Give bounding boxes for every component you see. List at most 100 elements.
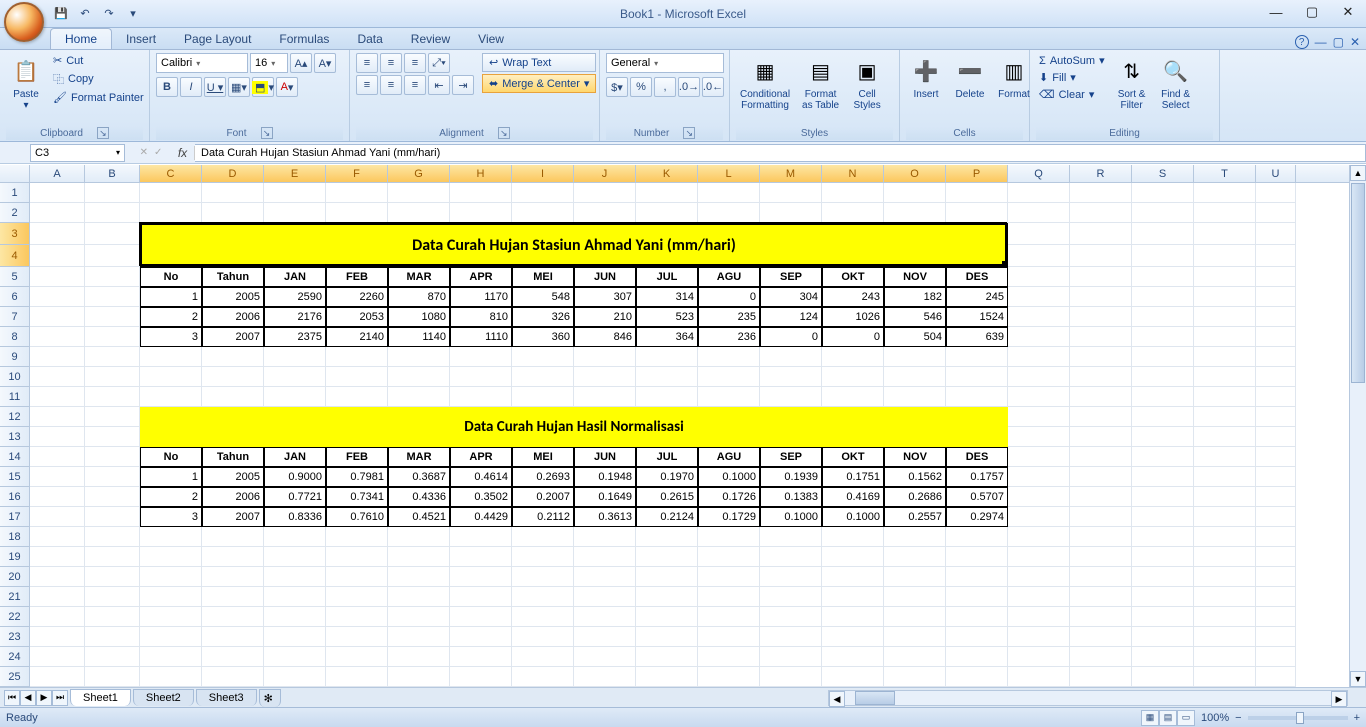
cell-B18[interactable] bbox=[85, 527, 140, 547]
scroll-up-button[interactable]: ▲ bbox=[1350, 165, 1366, 181]
cell-R19[interactable] bbox=[1070, 547, 1132, 567]
cell-M7[interactable]: 124 bbox=[760, 307, 822, 327]
cell-Q14[interactable] bbox=[1008, 447, 1070, 467]
cell-F25[interactable] bbox=[326, 667, 388, 687]
cell-H14[interactable]: APR bbox=[450, 447, 512, 467]
cell-S5[interactable] bbox=[1132, 267, 1194, 287]
column-header-G[interactable]: G bbox=[388, 165, 450, 182]
cell-F24[interactable] bbox=[326, 647, 388, 667]
page-layout-view-button[interactable]: ▤ bbox=[1159, 710, 1177, 726]
cell-I9[interactable] bbox=[512, 347, 574, 367]
cell-R11[interactable] bbox=[1070, 387, 1132, 407]
cell-G7[interactable]: 1080 bbox=[388, 307, 450, 327]
cell-N1[interactable] bbox=[822, 183, 884, 203]
cell-C18[interactable] bbox=[140, 527, 202, 547]
cell-O9[interactable] bbox=[884, 347, 946, 367]
cell-U24[interactable] bbox=[1256, 647, 1296, 667]
column-header-H[interactable]: H bbox=[450, 165, 512, 182]
cell-R10[interactable] bbox=[1070, 367, 1132, 387]
cell-U20[interactable] bbox=[1256, 567, 1296, 587]
cell-F8[interactable]: 2140 bbox=[326, 327, 388, 347]
cell-S10[interactable] bbox=[1132, 367, 1194, 387]
tab-formulas[interactable]: Formulas bbox=[265, 29, 343, 49]
cell-Q4[interactable] bbox=[1008, 245, 1070, 267]
cell-K19[interactable] bbox=[636, 547, 698, 567]
cell-J17[interactable]: 0.3613 bbox=[574, 507, 636, 527]
cell-T6[interactable] bbox=[1194, 287, 1256, 307]
cell-K7[interactable]: 523 bbox=[636, 307, 698, 327]
cell-K10[interactable] bbox=[636, 367, 698, 387]
scroll-right-button[interactable]: ▶ bbox=[1331, 691, 1347, 707]
cell-E5[interactable]: JAN bbox=[264, 267, 326, 287]
cell-S24[interactable] bbox=[1132, 647, 1194, 667]
wrap-text-button[interactable]: ↩Wrap Text bbox=[482, 53, 596, 72]
cell-R17[interactable] bbox=[1070, 507, 1132, 527]
vertical-scrollbar[interactable]: ▲ ▼ bbox=[1349, 165, 1366, 687]
cell-G15[interactable]: 0.3687 bbox=[388, 467, 450, 487]
cell-R14[interactable] bbox=[1070, 447, 1132, 467]
decrease-indent-button[interactable]: ⇤ bbox=[428, 75, 450, 95]
cell-L10[interactable] bbox=[698, 367, 760, 387]
cell-F23[interactable] bbox=[326, 627, 388, 647]
cell-N9[interactable] bbox=[822, 347, 884, 367]
cell-B14[interactable] bbox=[85, 447, 140, 467]
cell-J18[interactable] bbox=[574, 527, 636, 547]
comma-button[interactable]: , bbox=[654, 77, 676, 97]
cell-E1[interactable] bbox=[264, 183, 326, 203]
cell-D1[interactable] bbox=[202, 183, 264, 203]
cell-U23[interactable] bbox=[1256, 627, 1296, 647]
cell-D5[interactable]: Tahun bbox=[202, 267, 264, 287]
cell-E15[interactable]: 0.9000 bbox=[264, 467, 326, 487]
cell-J19[interactable] bbox=[574, 547, 636, 567]
cell-I22[interactable] bbox=[512, 607, 574, 627]
cell-P18[interactable] bbox=[946, 527, 1008, 547]
horizontal-scrollbar[interactable]: ◀ ▶ bbox=[828, 690, 1348, 706]
cell-L22[interactable] bbox=[698, 607, 760, 627]
cell-T13[interactable] bbox=[1194, 427, 1256, 447]
enter-formula-icon[interactable]: ✓ bbox=[154, 147, 162, 158]
cell-Q16[interactable] bbox=[1008, 487, 1070, 507]
cell-U4[interactable] bbox=[1256, 245, 1296, 267]
cell-R7[interactable] bbox=[1070, 307, 1132, 327]
cell-N18[interactable] bbox=[822, 527, 884, 547]
cell-R3[interactable] bbox=[1070, 223, 1132, 245]
cell-O8[interactable]: 504 bbox=[884, 327, 946, 347]
cell-J11[interactable] bbox=[574, 387, 636, 407]
cell-H22[interactable] bbox=[450, 607, 512, 627]
cell-S12[interactable] bbox=[1132, 407, 1194, 427]
cell-S4[interactable] bbox=[1132, 245, 1194, 267]
cell-A12[interactable] bbox=[30, 407, 85, 427]
cell-T5[interactable] bbox=[1194, 267, 1256, 287]
row-header-24[interactable]: 24 bbox=[0, 647, 30, 667]
cell-S1[interactable] bbox=[1132, 183, 1194, 203]
fx-icon[interactable]: fx bbox=[171, 146, 195, 160]
italic-button[interactable]: I bbox=[180, 77, 202, 97]
cell-H2[interactable] bbox=[450, 203, 512, 223]
cell-Q20[interactable] bbox=[1008, 567, 1070, 587]
column-header-K[interactable]: K bbox=[636, 165, 698, 182]
cell-S19[interactable] bbox=[1132, 547, 1194, 567]
cell-K1[interactable] bbox=[636, 183, 698, 203]
cell-M15[interactable]: 0.1939 bbox=[760, 467, 822, 487]
column-header-L[interactable]: L bbox=[698, 165, 760, 182]
cell-J24[interactable] bbox=[574, 647, 636, 667]
cell-R5[interactable] bbox=[1070, 267, 1132, 287]
cell-J25[interactable] bbox=[574, 667, 636, 687]
cell-A1[interactable] bbox=[30, 183, 85, 203]
cell-A6[interactable] bbox=[30, 287, 85, 307]
cell-E16[interactable]: 0.7721 bbox=[264, 487, 326, 507]
cell-A19[interactable] bbox=[30, 547, 85, 567]
cell-J20[interactable] bbox=[574, 567, 636, 587]
cell-M1[interactable] bbox=[760, 183, 822, 203]
cell-K25[interactable] bbox=[636, 667, 698, 687]
cell-H9[interactable] bbox=[450, 347, 512, 367]
align-center-button[interactable]: ≡ bbox=[380, 75, 402, 95]
cell-O22[interactable] bbox=[884, 607, 946, 627]
cell-Q5[interactable] bbox=[1008, 267, 1070, 287]
cell-L2[interactable] bbox=[698, 203, 760, 223]
increase-indent-button[interactable]: ⇥ bbox=[452, 75, 474, 95]
cell-A5[interactable] bbox=[30, 267, 85, 287]
column-header-E[interactable]: E bbox=[264, 165, 326, 182]
cell-G21[interactable] bbox=[388, 587, 450, 607]
cell-T24[interactable] bbox=[1194, 647, 1256, 667]
